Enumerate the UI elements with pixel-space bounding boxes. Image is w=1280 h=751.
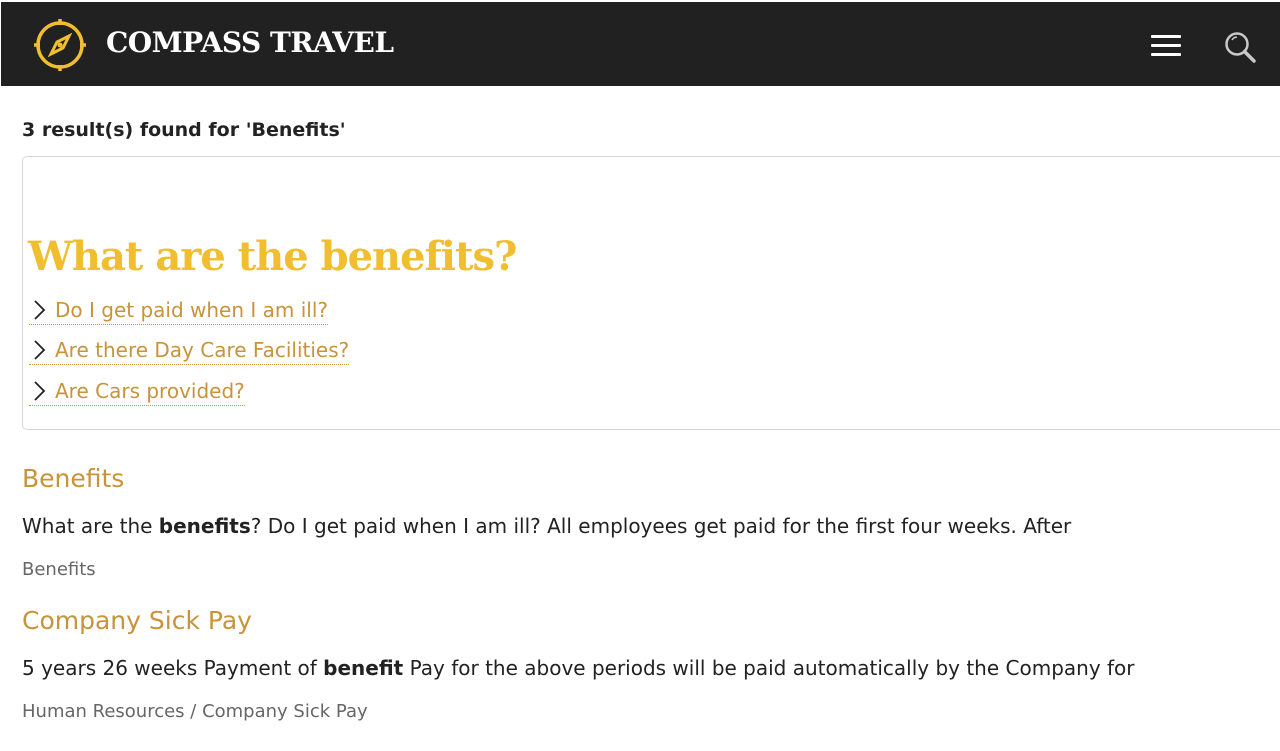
chevron-right-icon <box>34 381 46 401</box>
featured-faq-card: What are the benefits? Do I get paid whe… <box>22 156 1280 430</box>
faq-link-day-care[interactable]: Are there Day Care Facilities? <box>29 338 350 365</box>
brand-name[interactable]: COMPASS TRAVEL <box>106 26 394 59</box>
search-results-summary: 3 result(s) found for 'Benefits' <box>22 119 346 141</box>
search-icon[interactable] <box>1223 30 1257 64</box>
search-result-item: Company Sick Pay <box>22 606 252 635</box>
result-title-link[interactable]: Benefits <box>22 464 124 493</box>
result-title-link[interactable]: Company Sick Pay <box>22 606 252 635</box>
compass-icon[interactable] <box>34 19 86 71</box>
result-breadcrumb: Human Resources / Company Sick Pay <box>22 701 368 722</box>
result-excerpt: What are the benefits? Do I get paid whe… <box>22 514 1071 538</box>
faq-link-label: Are there Day Care Facilities? <box>55 338 350 362</box>
top-navigation-bar: COMPASS TRAVEL <box>1 2 1280 86</box>
excerpt-text: ? Do I get paid when I am ill? All emplo… <box>250 514 1072 538</box>
excerpt-highlight: benefit <box>323 656 404 680</box>
faq-link-cars[interactable]: Are Cars provided? <box>29 379 245 406</box>
excerpt-text: 5 years 26 weeks Payment of <box>22 656 324 680</box>
faq-card-title: What are the benefits? <box>28 233 517 280</box>
search-result-item: Benefits <box>22 464 124 493</box>
chevron-right-icon <box>34 340 46 360</box>
faq-link-label: Do I get paid when I am ill? <box>55 298 329 322</box>
chevron-right-icon <box>34 300 46 320</box>
faq-link-label: Are Cars provided? <box>55 379 245 403</box>
excerpt-highlight: benefits <box>158 514 251 538</box>
result-breadcrumb: Benefits <box>22 559 96 580</box>
faq-link-ill-pay[interactable]: Do I get paid when I am ill? <box>29 298 329 325</box>
excerpt-text: What are the <box>22 514 159 538</box>
hamburger-menu-icon[interactable] <box>1149 32 1183 60</box>
excerpt-text: Pay for the above periods will be paid a… <box>403 656 1135 680</box>
result-excerpt: 5 years 26 weeks Payment of benefit Pay … <box>22 656 1135 680</box>
